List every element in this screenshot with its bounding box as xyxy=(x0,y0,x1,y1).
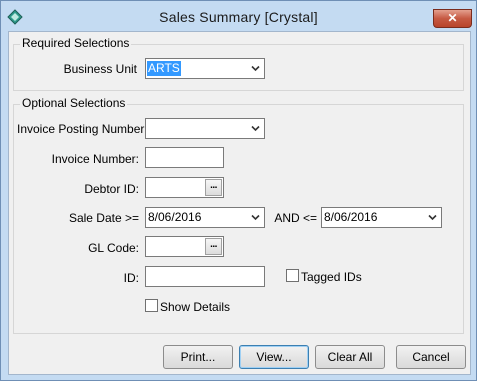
cancel-button[interactable]: Cancel xyxy=(396,345,466,369)
invoice-number-input[interactable] xyxy=(145,147,224,168)
gl-code-input[interactable]: ... xyxy=(145,236,224,257)
clear-all-button[interactable]: Clear All xyxy=(315,345,385,369)
business-unit-value: ARTS xyxy=(147,61,181,76)
chevron-down-icon xyxy=(428,214,437,221)
sale-date-to-value: 8/06/2016 xyxy=(324,210,378,224)
window-title: Sales Summary [Crystal] xyxy=(159,9,318,25)
invoice-posting-number-select[interactable] xyxy=(145,118,265,139)
gl-code-label: GL Code: xyxy=(88,241,139,255)
dialog-window: Sales Summary [Crystal] ✕ Required Selec… xyxy=(0,0,477,381)
title-bar[interactable]: Sales Summary [Crystal] ✕ xyxy=(1,1,476,31)
tagged-ids-label[interactable]: Tagged IDs xyxy=(301,270,362,284)
close-button[interactable]: ✕ xyxy=(433,9,472,28)
sale-date-from-value: 8/06/2016 xyxy=(148,210,202,224)
invoice-number-label: Invoice Number: xyxy=(51,152,139,166)
view-button[interactable]: View... xyxy=(239,345,309,369)
required-selections-legend: Required Selections xyxy=(20,36,132,50)
business-unit-label: Business Unit xyxy=(63,62,137,76)
optional-selections-legend: Optional Selections xyxy=(20,96,128,110)
debtor-id-label: Debtor ID: xyxy=(84,182,139,196)
invoice-posting-number-value xyxy=(147,121,149,136)
chevron-down-icon xyxy=(251,125,260,132)
print-button[interactable]: Print... xyxy=(163,345,233,369)
ellipsis-icon: ... xyxy=(210,180,217,191)
id-input[interactable] xyxy=(145,266,265,287)
debtor-id-input[interactable]: ... xyxy=(145,177,224,198)
id-label: ID: xyxy=(123,271,139,285)
ellipsis-icon: ... xyxy=(210,239,217,250)
show-details-label[interactable]: Show Details xyxy=(160,300,230,314)
gl-code-lookup-button[interactable]: ... xyxy=(205,238,222,255)
close-icon: ✕ xyxy=(447,11,458,25)
show-details-checkbox[interactable] xyxy=(145,299,158,312)
sale-date-from-picker[interactable]: 8/06/2016 xyxy=(145,207,265,228)
dialog-client-area: Required Selections Business Unit ARTS O… xyxy=(8,31,471,375)
chevron-down-icon xyxy=(251,65,260,72)
sale-date-to-picker[interactable]: 8/06/2016 xyxy=(321,207,442,228)
debtor-id-lookup-button[interactable]: ... xyxy=(205,179,222,196)
chevron-down-icon xyxy=(251,214,260,221)
business-unit-select[interactable]: ARTS xyxy=(145,58,265,79)
tagged-ids-checkbox[interactable] xyxy=(286,269,299,282)
sale-date-from-label: Sale Date >= xyxy=(68,211,139,225)
sale-date-to-label: AND <= xyxy=(274,211,317,225)
invoice-posting-number-label: Invoice Posting Number: xyxy=(17,122,148,136)
